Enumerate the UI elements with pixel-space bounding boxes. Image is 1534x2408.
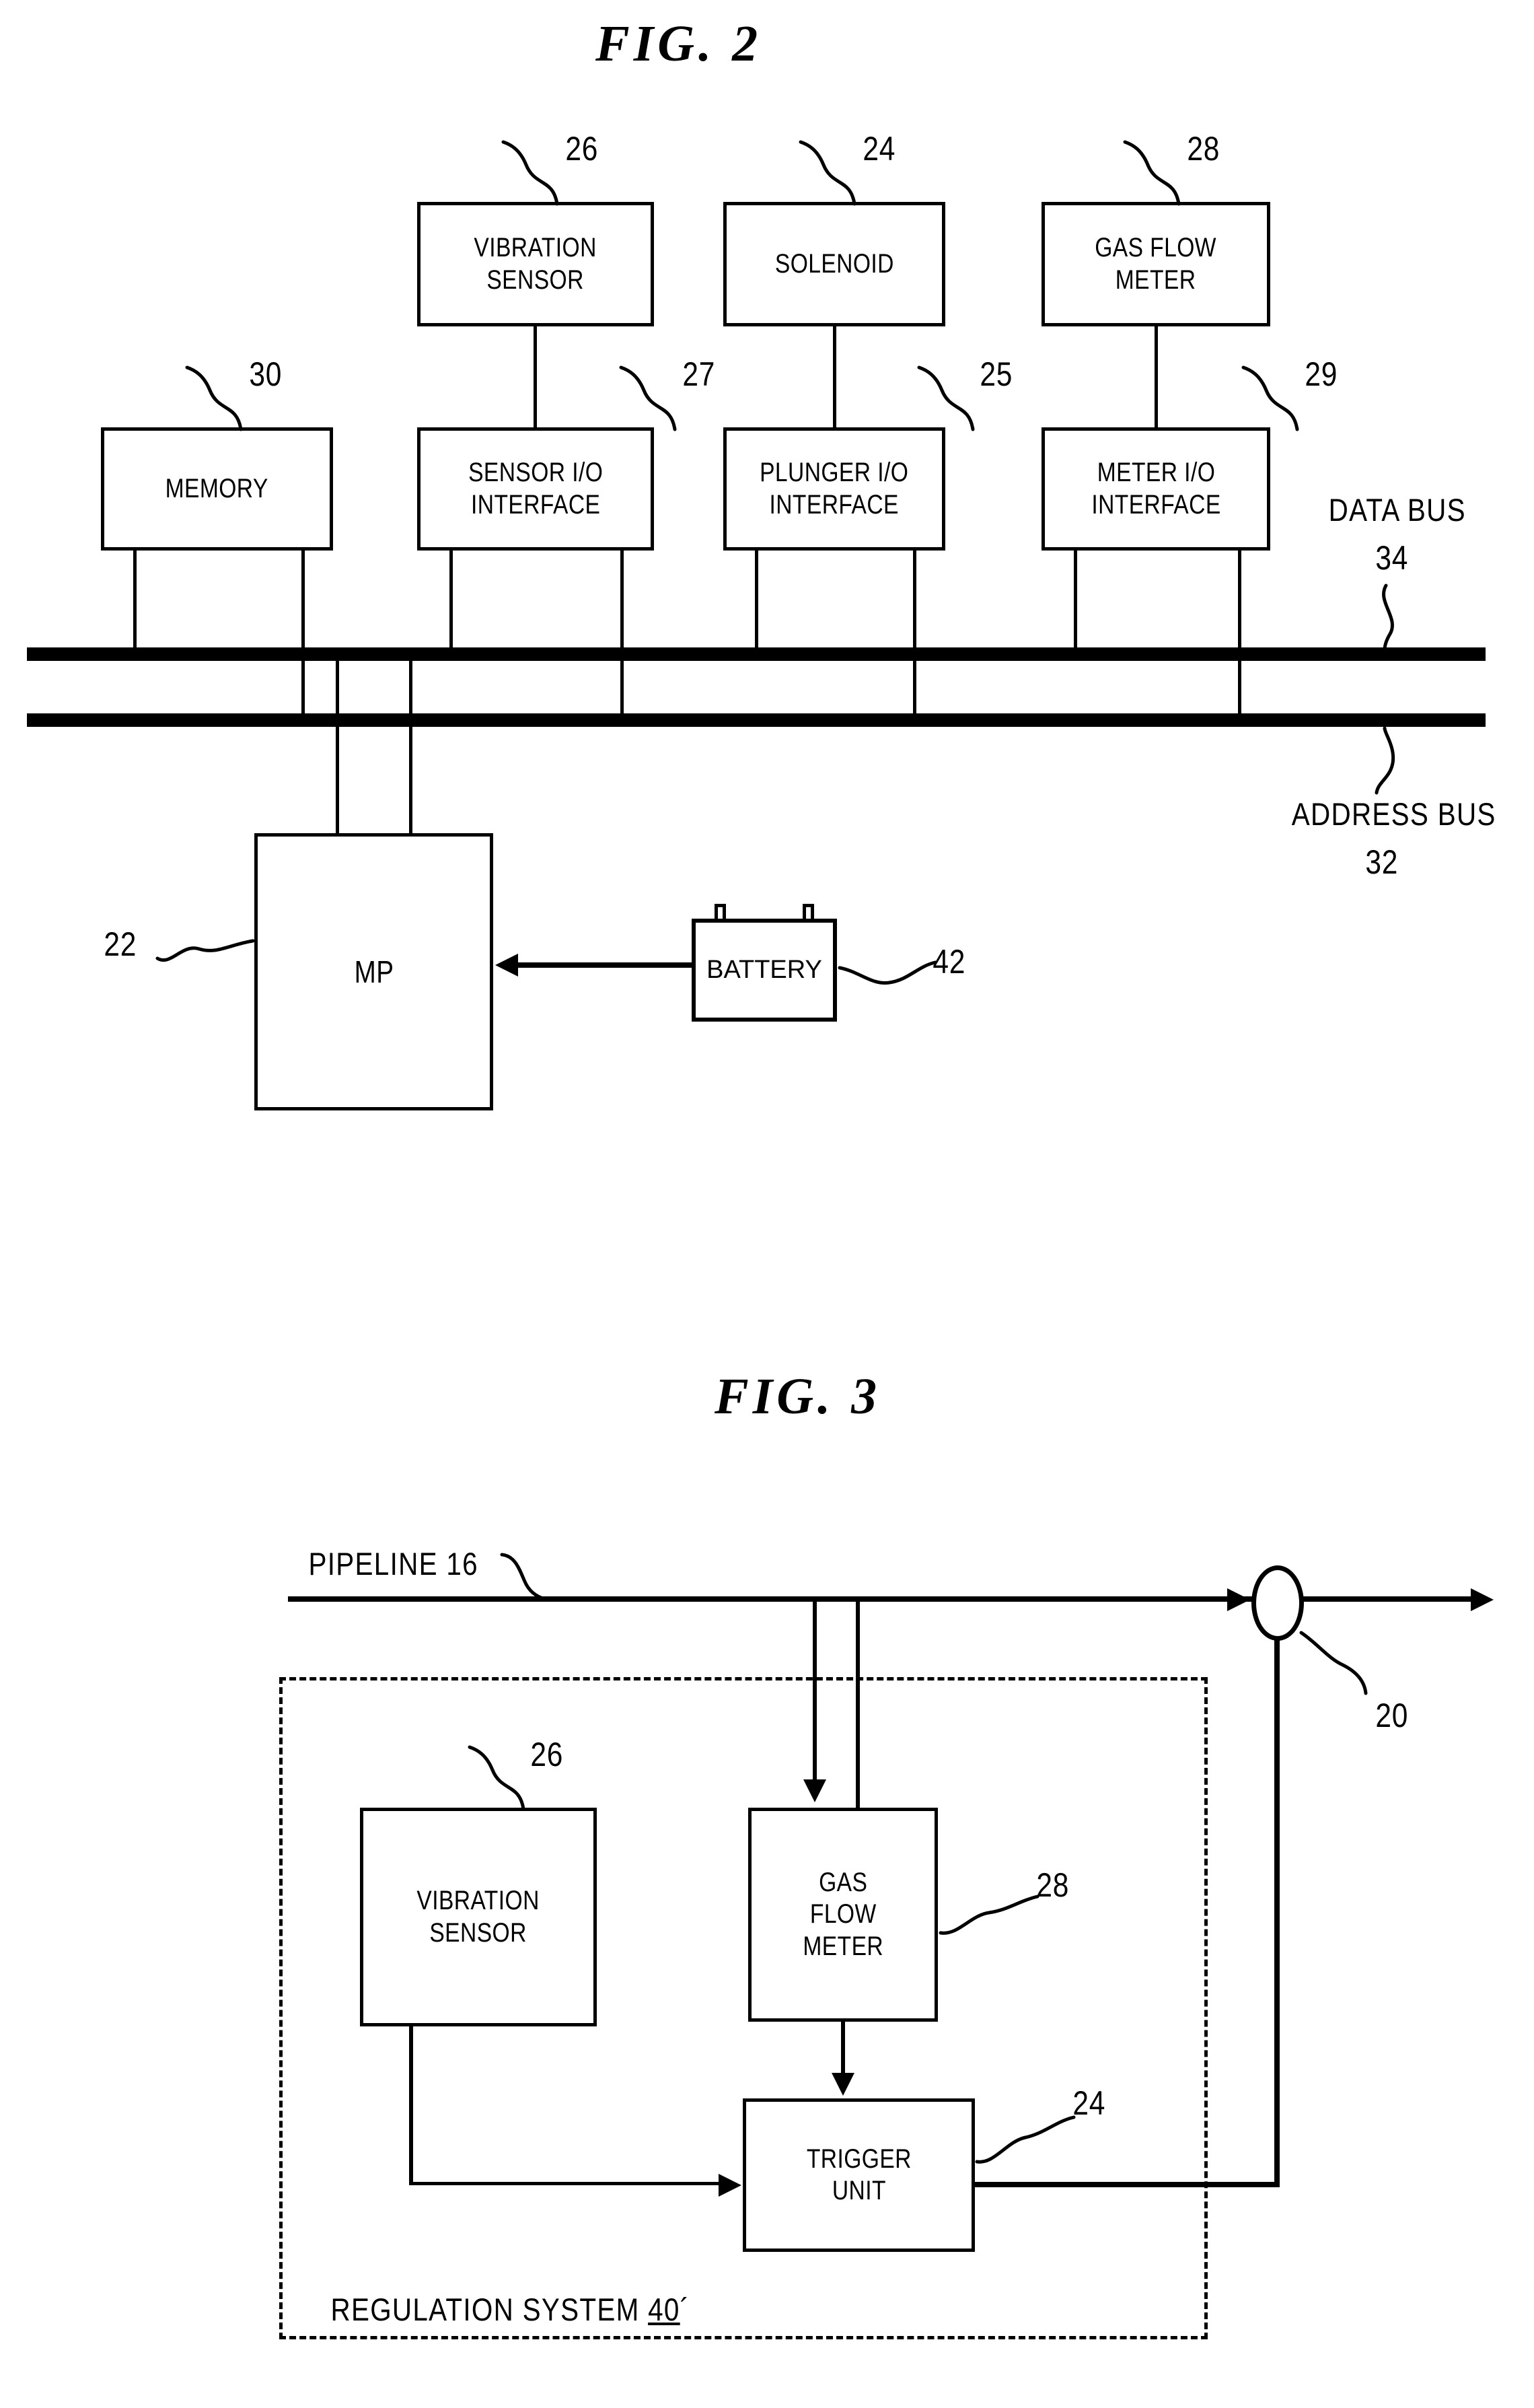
fig3-leader-28 (939, 1894, 1039, 1935)
fig3-leader-24 (975, 2115, 1076, 2164)
fig2-plunger-io-label: PLUNGER I/O INTERFACE (760, 458, 909, 520)
fig2-memory-addressbus-line (301, 551, 305, 716)
fig3-ref-24: 24 (1072, 2084, 1106, 2122)
fig2-leader-24 (799, 140, 856, 206)
fig2-memory-label: MEMORY (165, 473, 269, 503)
fig2-vibration-sensor-label: VIBRATION SENSOR (474, 233, 597, 295)
fig2-data-bus-label: DATA BUS (1328, 492, 1466, 528)
fig2-bus-to-mp-line-left (336, 658, 339, 835)
fig3-trigger-unit-box: TRIGGER UNIT (743, 2098, 975, 2252)
fig2-memory-databus-line (133, 551, 137, 650)
fig2-ref-28: 28 (1187, 130, 1220, 168)
fig3-ref-28: 28 (1036, 1866, 1070, 1904)
fig3-meter-to-trigger-line (841, 2022, 845, 2073)
fig3-valve-inlet-arrowhead (1227, 1588, 1250, 1611)
fig3-pipeline-label: PIPELINE 16 (308, 1546, 478, 1582)
fig3-meter-outlet-riser (856, 1599, 860, 1808)
fig2-gas-flow-meter-box: GAS FLOW METER (1042, 202, 1270, 326)
fig2-leader-42 (838, 960, 937, 985)
fig2-leader-30 (185, 365, 243, 431)
fig2-battery-power-line (518, 962, 700, 968)
fig2-vibration-sensor-box: VIBRATION SENSOR (417, 202, 654, 326)
fig3-outlet-arrowhead (1471, 1588, 1494, 1611)
fig2-leader-34 (1382, 583, 1394, 652)
fig2-memory-box: MEMORY (101, 427, 333, 551)
fig2-plunger-io-box: PLUNGER I/O INTERFACE (723, 427, 945, 551)
fig3-gas-flow-meter-box: GAS FLOW METER (748, 1808, 938, 2022)
fig3-leader-26 (468, 1745, 525, 1811)
fig2-ref-30: 30 (249, 355, 283, 393)
fig3-ref-20: 20 (1375, 1697, 1409, 1734)
fig3-trigger-to-valve-line (972, 2182, 1278, 2187)
fig2-ref-32: 32 (1365, 843, 1399, 881)
fig2-plungerio-addressbus-line (913, 551, 916, 716)
fig3-sensor-drop-line (409, 2026, 413, 2184)
patent-drawing-sheet: FIG. 2 VIBRATION SENSOR 26 SOLENOID 24 G… (0, 0, 1534, 2408)
fig3-enclosure-label-prefix: REGULATION SYSTEM (330, 2292, 649, 2327)
fig2-sensor-io-box: SENSOR I/O INTERFACE (417, 427, 654, 551)
fig2-leader-32 (1375, 726, 1395, 795)
fig2-ref-42: 42 (933, 943, 966, 981)
fig2-ref-27: 27 (682, 355, 716, 393)
fig3-leader-20 (1299, 1631, 1368, 1695)
fig2-sensorio-addressbus-line (620, 551, 624, 716)
fig3-trigger-left-arrowhead (719, 2174, 741, 2197)
fig2-ref-26: 26 (565, 130, 599, 168)
fig2-data-bus-bar (27, 647, 1486, 661)
fig2-address-bus-label: ADDRESS BUS (1291, 796, 1496, 832)
fig2-leader-27 (619, 365, 677, 431)
fig2-sensorio-databus-line (449, 551, 453, 650)
fig2-mp-label: MP (354, 954, 394, 989)
fig2-leader-26 (501, 140, 559, 206)
fig3-valve-symbol (1251, 1565, 1304, 1641)
fig2-mp-box: MP (254, 833, 493, 1110)
fig3-pipeline-main (288, 1596, 1264, 1602)
fig2-battery-arrowhead (495, 954, 518, 977)
fig2-conn-meter-to-meterio (1155, 326, 1158, 427)
fig3-vibration-sensor-box: VIBRATION SENSOR (360, 1808, 597, 2026)
fig3-title: FIG. 3 (715, 1368, 881, 1425)
fig2-battery: BATTERY (692, 904, 837, 1022)
fig2-conn-sensor-to-sensorio (534, 326, 537, 427)
fig2-solenoid-label: SOLENOID (774, 248, 894, 279)
fig2-bus-to-mp-line-right (409, 658, 412, 835)
fig3-enclosure-label-prime: ´ (680, 2292, 690, 2327)
fig2-leader-28 (1123, 140, 1181, 206)
fig3-enclosure-label-ref: 40 (648, 2292, 680, 2327)
fig2-leader-29 (1241, 365, 1299, 431)
fig3-vibration-sensor-label: VIBRATION SENSOR (416, 1886, 540, 1948)
fig3-enclosure-label: REGULATION SYSTEM 40´ (330, 2291, 690, 2328)
fig3-meter-inlet-arrowhead (803, 1779, 826, 1802)
fig2-gas-flow-meter-label: GAS FLOW METER (1095, 233, 1217, 295)
fig2-sensor-io-label: SENSOR I/O INTERFACE (468, 458, 604, 520)
fig2-leader-25 (917, 365, 975, 431)
fig2-ref-22: 22 (104, 925, 137, 963)
fig2-solenoid-box: SOLENOID (723, 202, 945, 326)
fig2-ref-25: 25 (980, 355, 1013, 393)
fig3-gas-flow-meter-label: GAS FLOW METER (803, 1868, 883, 1961)
fig2-meterio-addressbus-line (1238, 551, 1241, 716)
fig2-conn-solenoid-to-plungerio (833, 326, 836, 427)
fig2-plungerio-databus-line (755, 551, 758, 650)
fig3-leader-16 (500, 1553, 547, 1601)
fig3-valve-outlet-line (1303, 1596, 1472, 1602)
fig2-meter-io-label: METER I/O INTERFACE (1091, 458, 1221, 520)
battery-body: BATTERY (692, 919, 837, 1022)
fig2-ref-29: 29 (1305, 355, 1338, 393)
fig2-address-bus-bar (27, 713, 1486, 727)
fig2-title: FIG. 2 (595, 15, 762, 72)
fig3-valve-control-line (1274, 1638, 1280, 2187)
fig2-meterio-databus-line (1074, 551, 1077, 650)
fig2-leader-22 (155, 939, 255, 962)
fig3-trigger-unit-label: TRIGGER UNIT (806, 2144, 912, 2205)
fig3-ref-26: 26 (530, 1736, 564, 1773)
fig2-battery-label: BATTERY (706, 956, 822, 984)
fig3-sensor-to-trigger-line (409, 2182, 719, 2185)
fig3-pipeline-tap-to-meter (813, 1599, 817, 1779)
fig2-ref-24: 24 (863, 130, 896, 168)
fig2-ref-34: 34 (1375, 539, 1409, 577)
fig2-meter-io-box: METER I/O INTERFACE (1042, 427, 1270, 551)
fig3-trigger-top-arrowhead (832, 2073, 854, 2096)
